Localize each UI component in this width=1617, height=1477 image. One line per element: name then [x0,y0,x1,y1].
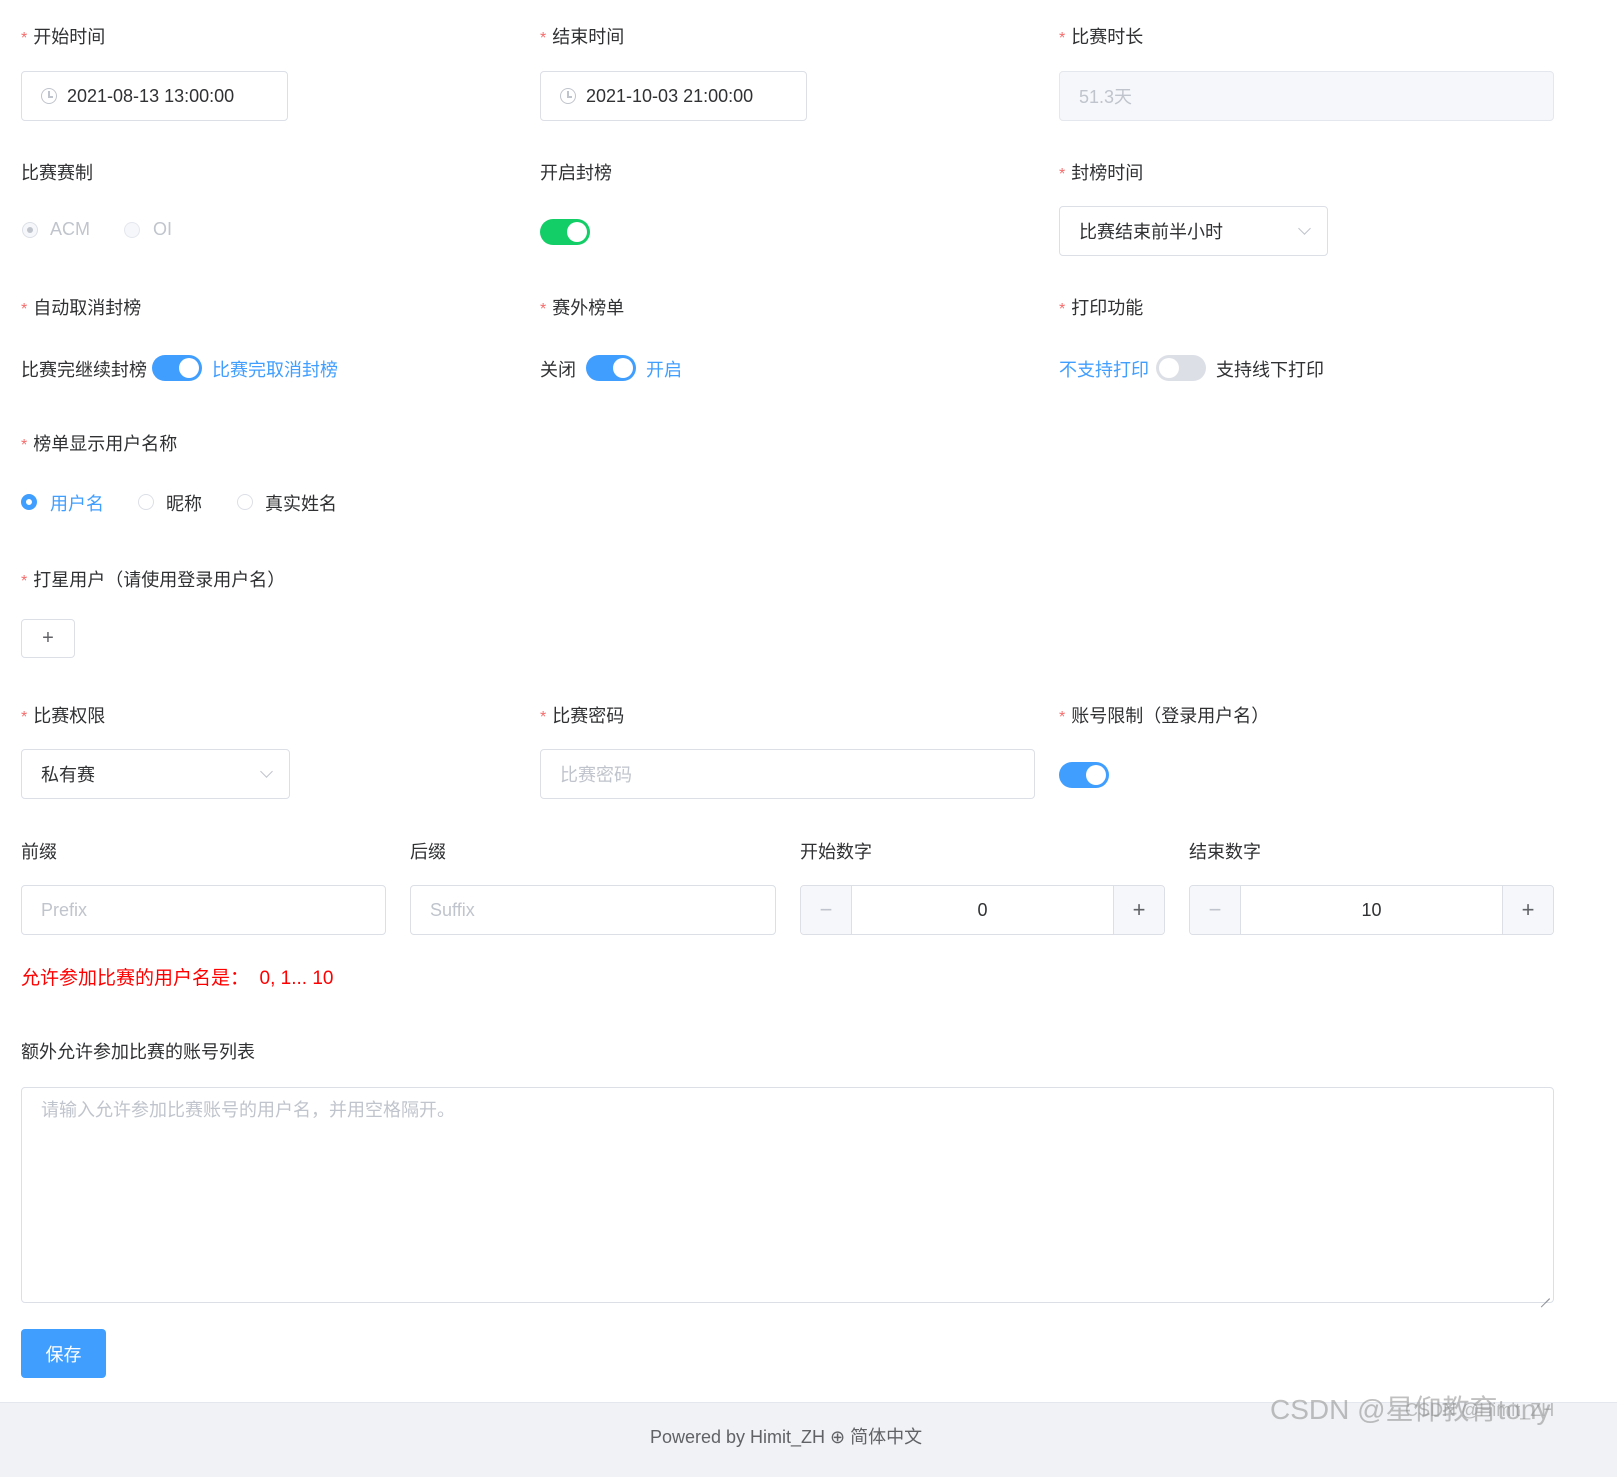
required-mark: * [540,30,547,47]
increase-button[interactable]: + [1502,886,1553,934]
contest-auth-value: 私有赛 [41,765,95,785]
decrease-button[interactable]: − [801,886,852,934]
contest-password-input[interactable]: 比赛密码 [540,749,1035,799]
switch-knob [1086,765,1106,785]
print-on-text: 支持线下打印 [1216,360,1324,380]
seal-time-value: 比赛结束前半小时 [1079,222,1223,242]
clock-icon [41,88,57,104]
end-number-stepper[interactable]: − 10 + [1189,885,1554,935]
auto-unseal-label: * 自动取消封榜 [21,298,142,318]
contest-auth-label: * 比赛权限 [21,706,106,726]
switch-knob [567,222,587,242]
end-time-picker[interactable]: 2021-10-03 21:00:00 [540,71,807,121]
start-number-value[interactable]: 0 [851,886,1114,934]
required-mark: * [1059,166,1066,183]
chevron-down-icon [260,765,273,778]
seal-time-select[interactable]: 比赛结束前半小时 [1059,206,1328,256]
suffix-label: 后缀 [410,842,446,862]
auto-unseal-on-text: 比赛完取消封榜 [212,360,338,380]
suffix-input[interactable]: Suffix [410,885,776,935]
radio-username[interactable] [21,494,37,510]
required-mark: * [1059,30,1066,47]
save-button[interactable]: 保存 [21,1329,106,1378]
prefix-input[interactable]: Prefix [21,885,386,935]
start-number-stepper[interactable]: − 0 + [800,885,1165,935]
duration-field: 51.3天 [1059,71,1554,121]
resize-handle-icon[interactable] [1541,1290,1550,1299]
enable-seal-label: 开启封榜 [540,163,612,183]
allowed-usernames-message: 允许参加比赛的用户名是： 0, 1... 10 [21,968,334,989]
required-mark: * [21,437,28,454]
auto-unseal-off-text: 比赛完继续封榜 [21,360,147,380]
radio-nickname-label: 昵称 [166,494,202,514]
plus-icon: + [1132,897,1146,922]
start-time-picker[interactable]: 2021-08-13 13:00:00 [21,71,288,121]
end-number-label: 结束数字 [1189,842,1261,862]
outside-rank-on-text: 开启 [646,360,682,380]
seal-rank-switch[interactable] [540,219,590,245]
required-mark: * [21,30,28,47]
end-number-value[interactable]: 10 [1240,886,1503,934]
auto-unseal-switch[interactable] [152,355,202,381]
rank-display-label: * 榜单显示用户名称 [21,434,178,454]
suffix-placeholder: Suffix [430,899,475,920]
switch-knob [613,358,633,378]
radio-realname[interactable] [237,494,253,510]
seal-time-label: * 封榜时间 [1059,163,1144,183]
switch-knob [179,358,199,378]
minus-icon: − [1208,897,1222,922]
required-mark: * [21,573,28,590]
required-mark: * [540,709,547,726]
print-label: * 打印功能 [1059,298,1144,318]
required-mark: * [1059,301,1066,318]
footer-text: Powered by Himit_ZH ⊕ 简体中文 [650,1427,923,1447]
account-limit-switch[interactable] [1059,762,1109,788]
start-number-label: 开始数字 [800,842,872,862]
duration-label: * 比赛时长 [1059,27,1144,47]
start-time-value: 2021-08-13 13:00:00 [67,85,235,106]
required-mark: * [21,709,28,726]
plus-icon: + [42,627,54,649]
start-time-label: * 开始时间 [21,27,106,47]
prefix-label: 前缀 [21,842,57,862]
prefix-placeholder: Prefix [41,899,88,920]
increase-button[interactable]: + [1113,886,1164,934]
radio-oi-label: OI [153,219,173,239]
radio-acm[interactable] [22,222,38,238]
end-time-value: 2021-10-03 21:00:00 [586,85,754,106]
decrease-button[interactable]: − [1190,886,1241,934]
account-limit-label: * 账号限制（登录用户名） [1059,706,1270,726]
extra-accounts-textarea[interactable]: 请输入允许参加比赛账号的用户名，并用空格隔开。 [21,1087,1554,1303]
chevron-down-icon [1298,222,1311,235]
contest-auth-select[interactable]: 私有赛 [21,749,290,799]
radio-nickname[interactable] [138,494,154,510]
outside-rank-label: * 赛外榜单 [540,298,625,318]
radio-acm-label: ACM [50,219,90,239]
radio-username-label: 用户名 [50,494,104,514]
contest-format-label: 比赛赛制 [21,163,93,183]
duration-value: 51.3天 [1079,87,1133,107]
outside-rank-off-text: 关闭 [540,360,576,380]
required-mark: * [540,301,547,318]
print-off-text: 不支持打印 [1059,360,1149,380]
star-users-label: * 打星用户（请使用登录用户名） [21,570,286,590]
end-time-label: * 结束时间 [540,27,625,47]
required-mark: * [21,301,28,318]
plus-icon: + [1521,897,1535,922]
radio-realname-label: 真实姓名 [265,494,337,514]
required-mark: * [1059,709,1066,726]
contest-password-label: * 比赛密码 [540,706,625,726]
extra-accounts-label: 额外允许参加比赛的账号列表 [21,1042,255,1062]
clock-icon [560,88,576,104]
print-switch[interactable] [1156,355,1206,381]
add-star-user-button[interactable]: + [21,619,75,658]
watermark-sub: CSDN @Himit_ZH [1405,1400,1555,1420]
extra-accounts-placeholder: 请输入允许参加比赛账号的用户名，并用空格隔开。 [41,1100,455,1120]
outside-rank-switch[interactable] [586,355,636,381]
password-placeholder: 比赛密码 [560,765,632,785]
switch-knob [1159,358,1179,378]
minus-icon: − [819,897,833,922]
radio-oi[interactable] [124,222,140,238]
